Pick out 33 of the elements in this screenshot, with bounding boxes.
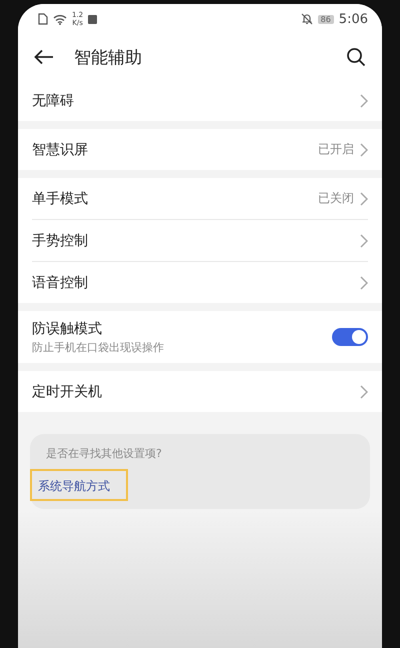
settings-row[interactable]: 防误触模式 防止手机在口袋出现误操作: [32, 311, 368, 363]
settings-row[interactable]: 无障碍: [32, 80, 368, 121]
chevron-icon: [360, 142, 368, 156]
chevron-icon: [360, 276, 368, 290]
row-value: 已开启: [318, 141, 354, 158]
suggestion-question: 是否在寻找其他设置项?: [45, 446, 162, 461]
chevron-icon: [360, 94, 368, 108]
page-title: 智能辅助: [74, 46, 143, 68]
chevron-icon: [360, 234, 368, 248]
row-subtitle: 防止手机在口袋出现误操作: [32, 340, 165, 354]
chevron-icon: [360, 192, 368, 206]
chevron-icon: [360, 384, 368, 398]
settings-row[interactable]: 语音控制: [32, 262, 368, 303]
row-label: 定时开关机: [32, 382, 103, 400]
sim-icon: [38, 13, 48, 25]
settings-row[interactable]: 单手模式 已关闭: [32, 178, 368, 219]
bell-off-icon: [300, 13, 313, 25]
row-value: 已关闭: [318, 190, 354, 207]
battery-level: 86: [318, 14, 334, 24]
row-label: 语音控制: [32, 274, 89, 292]
toggle-switch[interactable]: [332, 328, 368, 346]
row-label: 单手模式: [32, 190, 89, 208]
row-label: 智慧识屏: [32, 140, 89, 158]
row-label: 手势控制: [32, 232, 89, 250]
square-icon: [88, 14, 98, 24]
row-label: 防误触模式: [32, 320, 103, 338]
settings-row[interactable]: 定时开关机: [32, 371, 368, 412]
settings-row[interactable]: 手势控制: [32, 220, 368, 261]
settings-row[interactable]: 智慧识屏 已开启: [32, 129, 368, 170]
wifi-icon: [53, 14, 67, 24]
suggestion-link[interactable]: 系统导航方式: [38, 479, 110, 493]
row-label: 无障碍: [32, 92, 75, 110]
clock: 5:06: [338, 12, 368, 26]
